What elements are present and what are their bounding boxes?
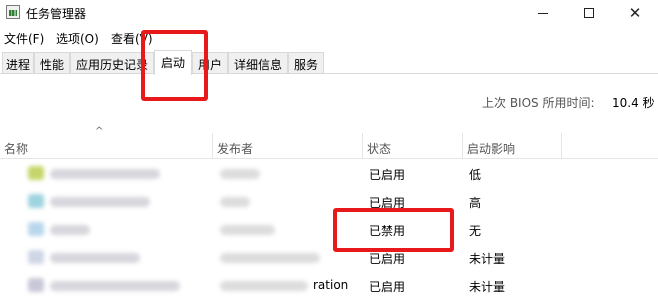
app-icon <box>28 166 44 180</box>
tab-app-history[interactable]: 应用历史记录 <box>70 52 154 73</box>
window-title: 任务管理器 <box>26 7 87 21</box>
status-cell: 已启用 <box>369 280 406 294</box>
status-cell: 已启用 <box>369 168 406 182</box>
app-icon <box>28 250 44 264</box>
tab-processes[interactable]: 进程 <box>2 52 34 73</box>
minimize-button[interactable] <box>520 0 566 26</box>
redacted-publisher <box>220 225 275 235</box>
app-icon <box>28 278 44 292</box>
redacted-publisher <box>220 281 308 291</box>
table-row[interactable]: ration 已启用 未计量 <box>0 272 658 300</box>
impact-cell: 未计量 <box>469 252 506 266</box>
column-header-status[interactable]: 状态 <box>362 133 462 159</box>
redacted-name <box>50 169 160 179</box>
redacted-name <box>50 197 150 207</box>
maximize-icon <box>584 8 594 18</box>
redacted-name <box>50 281 180 291</box>
menu-bar: 文件(F) 选项(O) 查看(V) <box>0 27 658 47</box>
status-cell: 已启用 <box>369 252 406 266</box>
publisher-cell: ration <box>313 278 349 292</box>
column-header-publisher[interactable]: 发布者 <box>212 133 362 159</box>
tab-services[interactable]: 服务 <box>288 52 324 73</box>
minimize-icon <box>538 12 548 14</box>
menu-file[interactable]: 文件(F) <box>4 30 44 47</box>
close-button[interactable]: ✕ <box>612 0 658 26</box>
column-header-startup-impact[interactable]: 启动影响 <box>462 133 562 159</box>
tab-performance[interactable]: 性能 <box>34 52 70 73</box>
redacted-name <box>50 225 90 235</box>
tab-startup[interactable]: 启动 <box>154 50 192 75</box>
table-header: 名称 发布者 状态 启动影响 <box>0 133 658 159</box>
table-row[interactable]: 已启用 低 <box>0 160 658 188</box>
bios-time-value: 10.4 秒 <box>612 96 655 110</box>
tab-details[interactable]: 详细信息 <box>228 52 288 73</box>
impact-cell: 无 <box>469 224 482 238</box>
tab-users[interactable]: 用户 <box>192 52 228 73</box>
app-icon <box>28 222 44 236</box>
maximize-button[interactable] <box>566 0 612 26</box>
task-manager-app-icon <box>6 5 20 19</box>
bios-time-label: 上次 BIOS 所用时间: <box>482 96 595 110</box>
table-row[interactable]: 已禁用 无 <box>0 216 658 244</box>
menu-options[interactable]: 选项(O) <box>56 30 99 47</box>
status-cell: 已禁用 <box>369 224 406 238</box>
impact-cell: 低 <box>469 168 482 182</box>
app-icon <box>28 194 44 208</box>
redacted-publisher <box>220 169 260 179</box>
column-header-name[interactable]: 名称 <box>0 133 212 159</box>
redacted-publisher <box>220 197 250 207</box>
menu-view[interactable]: 查看(V) <box>111 30 153 47</box>
status-cell: 已启用 <box>369 196 406 210</box>
tab-bar: 进程 性能 应用历史记录 启动 用户 详细信息 服务 <box>0 50 658 75</box>
table-row[interactable]: 已启用 高 <box>0 188 658 216</box>
title-bar: 任务管理器 ✕ <box>0 0 658 26</box>
impact-cell: 未计量 <box>469 280 506 294</box>
table-row[interactable]: 已启用 未计量 <box>0 244 658 272</box>
redacted-publisher <box>220 253 320 263</box>
impact-cell: 高 <box>469 196 482 210</box>
redacted-name <box>50 253 140 263</box>
close-icon: ✕ <box>628 3 642 22</box>
